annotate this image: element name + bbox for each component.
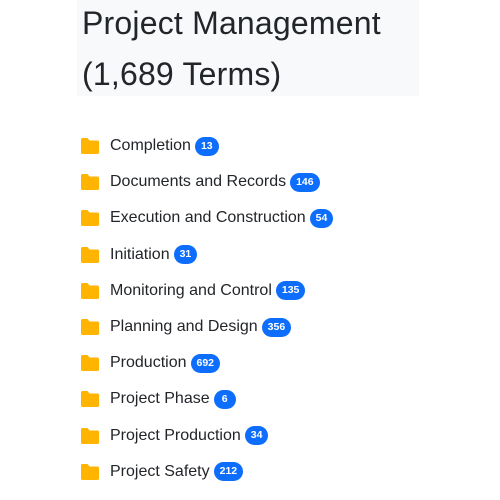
- folder-icon: [81, 355, 99, 372]
- category-label: Initiation: [110, 245, 170, 263]
- count-badge: 692: [190, 353, 221, 373]
- count-badge: 356: [261, 317, 292, 337]
- category-label: Project Phase: [110, 390, 210, 408]
- folder-icon: [81, 210, 99, 227]
- count-badge: 34: [244, 426, 269, 446]
- category-item-documents-and-records[interactable]: Documents and Records 146: [80, 164, 333, 200]
- count-badge: 135: [275, 281, 306, 301]
- count-badge: 54: [309, 208, 334, 228]
- category-list: Completion 13 Documents and Records 146 …: [80, 128, 334, 490]
- folder-icon: [81, 174, 99, 191]
- category-item-completion[interactable]: Completion 13: [80, 128, 333, 164]
- count-badge: 212: [213, 462, 244, 482]
- category-item-planning-and-design[interactable]: Planning and Design 356: [80, 309, 333, 345]
- category-item-initiation[interactable]: Initiation 31: [80, 237, 333, 273]
- category-label: Completion: [110, 137, 191, 155]
- count-badge: 31: [173, 245, 198, 265]
- category-label: Project Production: [110, 426, 241, 444]
- category-item-execution-and-construction[interactable]: Execution and Construction 54: [80, 200, 334, 236]
- count-badge: 13: [194, 136, 219, 156]
- category-label: Documents and Records: [110, 173, 287, 191]
- category-label: Execution and Construction: [110, 209, 306, 227]
- folder-icon: [81, 282, 99, 299]
- folder-icon: [81, 246, 99, 263]
- folder-icon: [81, 138, 99, 155]
- category-label: Project Safety: [110, 462, 210, 480]
- category-item-project-safety[interactable]: Project Safety 212: [80, 454, 333, 490]
- folder-icon: [81, 319, 99, 336]
- category-item-production[interactable]: Production 692: [80, 345, 333, 381]
- category-item-project-phase[interactable]: Project Phase 6: [80, 381, 333, 417]
- category-item-project-production[interactable]: Project Production 34: [80, 418, 333, 454]
- page-title: Project Management: [82, 5, 381, 41]
- folder-icon: [81, 391, 99, 408]
- page: Project Management (1,689 Terms) Complet…: [0, 0, 500, 500]
- count-badge: 146: [290, 172, 320, 192]
- term-count: (1,689 Terms): [82, 56, 282, 92]
- category-label: Monitoring and Control: [110, 281, 272, 299]
- folder-icon: [81, 427, 99, 444]
- category-label: Planning and Design: [110, 318, 258, 336]
- category-label: Production: [110, 354, 187, 372]
- folder-icon: [81, 463, 99, 480]
- count-badge: 6: [213, 389, 236, 409]
- category-item-monitoring-and-control[interactable]: Monitoring and Control 135: [80, 273, 333, 309]
